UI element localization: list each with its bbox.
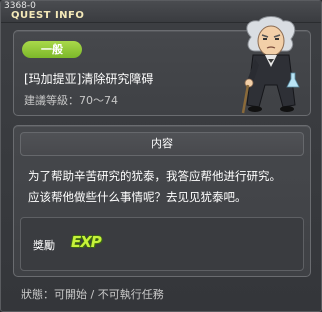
category-badge: 一般	[22, 41, 82, 58]
reward-box: 獎勵 EXP	[20, 217, 304, 271]
exp-reward-icon[interactable]: EXP	[71, 233, 102, 251]
npc-portrait-icon	[241, 16, 300, 114]
description-line-1: 为了帮助辛苦研究的犹泰，我答应帮他进行研究。	[28, 169, 281, 183]
quest-description: 为了帮助辛苦研究的犹泰，我答应帮他进行研究。 应该帮他做些什么事情呢？去见见犹泰…	[28, 166, 304, 208]
quest-content-panel: 内容 为了帮助辛苦研究的犹泰，我答应帮他进行研究。 应该帮他做些什么事情呢？去见…	[13, 125, 311, 277]
content-header: 内容	[20, 132, 304, 156]
quest-info-window: 3368-0 QUEST INFO 一般 [玛加提亚]清除研究障碍 建議等級：7…	[0, 0, 322, 312]
reward-label: 獎勵	[33, 239, 55, 252]
quest-status: 狀態：可開始 / 不可執行任務	[21, 288, 164, 301]
window-title: QUEST INFO	[11, 10, 85, 21]
quest-name: [玛加提亚]清除研究障碍	[24, 72, 154, 86]
recommended-level: 建議等級：70～74	[24, 94, 118, 107]
description-line-2: 应该帮他做些什么事情呢？去见见犹泰吧。	[28, 190, 247, 204]
